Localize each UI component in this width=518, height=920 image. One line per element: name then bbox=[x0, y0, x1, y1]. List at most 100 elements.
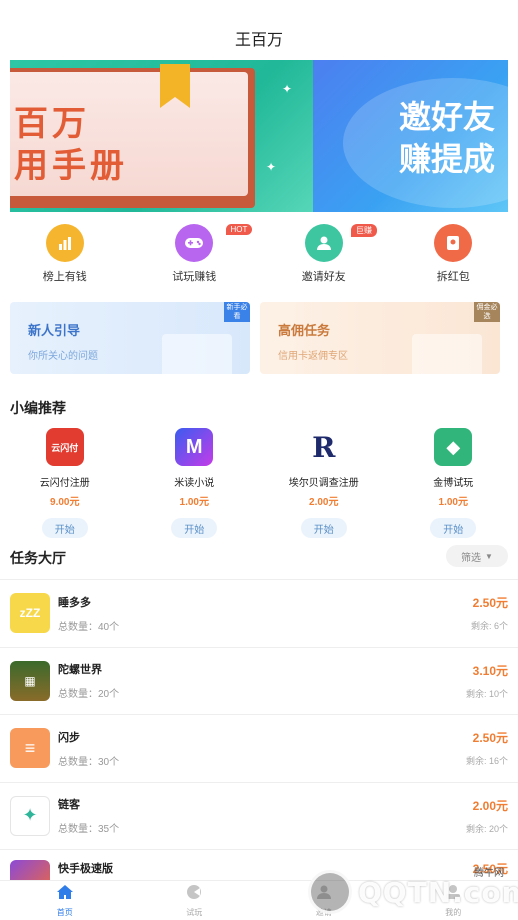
task-name: 链客 bbox=[58, 799, 80, 812]
task-info: 链客 总数量：35个 bbox=[58, 796, 466, 835]
hot-badge: HOT bbox=[225, 224, 253, 235]
sparkle-icon: ✦ bbox=[282, 82, 293, 96]
shanbu-app-icon: ≡ bbox=[10, 728, 50, 769]
game-icon bbox=[185, 884, 203, 905]
task-count: 总数量：40个 bbox=[58, 621, 120, 633]
newbie-guide-card[interactable]: 新人引导 你所关心的问题 新手必看 bbox=[10, 302, 250, 374]
watermark-top-text: 腾牛网 bbox=[474, 868, 504, 879]
task-name: 陀螺世界 bbox=[58, 664, 102, 677]
task-row[interactable]: zZZ 睡多多 总数量：40个 2.50元 剩余: 6个 bbox=[0, 579, 518, 647]
start-button[interactable]: 开始 bbox=[171, 518, 218, 538]
recommend-item: R 埃尔贝调查注册 2.00元 开始 bbox=[259, 428, 389, 538]
quick-action-invite[interactable]: 邀请好友 巨赚 bbox=[259, 224, 389, 284]
task-row[interactable]: ✦ 链客 总数量：35个 2.00元 剩余: 20个 bbox=[0, 781, 518, 850]
watermark-text: QQTN.com bbox=[358, 876, 518, 909]
recommend-item-price: 1.00元 bbox=[179, 497, 209, 508]
caret-down-icon: ▼ bbox=[485, 551, 493, 561]
start-button[interactable]: 开始 bbox=[430, 518, 477, 538]
recommend-item: M 米读小说 1.00元 开始 bbox=[130, 428, 260, 538]
task-reward: 3.10元 剩余: 10个 bbox=[466, 662, 508, 700]
jinbo-app-icon[interactable]: ◆ bbox=[434, 428, 473, 466]
task-remaining: 剩余: 6个 bbox=[470, 621, 508, 632]
high-commission-card[interactable]: 高佣任务 信用卡返佣专区 佣金必选 bbox=[260, 302, 500, 374]
recommend-item: 云闪付 云闪付注册 9.00元 开始 bbox=[0, 428, 130, 538]
quick-action-trial[interactable]: 试玩赚钱 HOT bbox=[130, 224, 260, 284]
task-price: 2.50元 bbox=[472, 596, 508, 611]
task-reward: 2.50元 剩余: 6个 bbox=[471, 594, 508, 632]
watermark: QQTN.com 腾牛网 bbox=[308, 868, 518, 914]
task-price: 2.00元 bbox=[472, 798, 508, 813]
book-icon bbox=[162, 334, 232, 374]
card-tag: 新手必看 bbox=[224, 302, 250, 322]
banner-slide-invite[interactable]: 邀好友 赚提成 bbox=[313, 60, 508, 212]
task-remaining: 剩余: 20个 bbox=[465, 823, 508, 834]
recommend-item-name: 云闪付注册 bbox=[39, 478, 90, 489]
task-info: 睡多多 总数量：40个 bbox=[58, 594, 471, 633]
promo-banner[interactable]: ✦ ✦ 百万 用手册 邀好友 赚提成 bbox=[10, 60, 508, 212]
quick-action-redpacket[interactable]: 拆红包 bbox=[389, 224, 518, 284]
task-hall-title: 任务大厅 bbox=[10, 550, 66, 566]
gyro-world-app-icon: ▦ bbox=[10, 660, 50, 701]
sparkle-icon: ✦ bbox=[266, 160, 277, 174]
home-icon bbox=[56, 884, 74, 905]
recommend-item-price: 9.00元 bbox=[50, 497, 80, 508]
banner-slide-manual[interactable]: ✦ ✦ 百万 用手册 bbox=[10, 60, 313, 212]
recommend-item: ◆ 金博试玩 1.00元 开始 bbox=[389, 428, 518, 538]
tab-trial[interactable]: 试玩 bbox=[130, 881, 260, 920]
task-remaining: 剩余: 10个 bbox=[465, 688, 508, 699]
task-price: 3.10元 bbox=[472, 663, 508, 678]
bonus-badge: 巨赚 bbox=[351, 224, 377, 237]
app-header: 王百万 bbox=[0, 0, 518, 60]
hummingbird-app-icon: ✦ bbox=[10, 795, 50, 836]
gamepad-icon bbox=[175, 224, 214, 262]
recommend-list: 云闪付 云闪付注册 9.00元 开始 M 米读小说 1.00元 开始 R 埃尔贝… bbox=[0, 428, 518, 538]
task-count: 总数量：35个 bbox=[58, 824, 120, 836]
page-title: 王百万 bbox=[234, 32, 283, 49]
recommend-item-name: 米读小说 bbox=[174, 478, 215, 489]
recommend-item-price: 2.00元 bbox=[309, 497, 339, 508]
user-icon bbox=[304, 224, 343, 262]
task-price: 2.50元 bbox=[472, 731, 508, 746]
banner-right-line1: 邀好友 bbox=[399, 98, 496, 136]
task-row[interactable]: ▦ 陀螺世界 总数量：20个 3.10元 剩余: 10个 bbox=[0, 646, 518, 715]
banner-right-line2: 赚提成 bbox=[399, 140, 496, 178]
redpacket-icon bbox=[434, 224, 473, 262]
task-count: 总数量：30个 bbox=[58, 756, 120, 768]
task-remaining: 剩余: 16个 bbox=[465, 756, 508, 767]
tab-label: 试玩 bbox=[186, 907, 203, 917]
recommend-item-name: 埃尔贝调查注册 bbox=[288, 478, 359, 489]
quick-actions: 榜上有钱 试玩赚钱 HOT 邀请好友 巨赚 拆红包 bbox=[0, 224, 518, 284]
filter-label: 筛选 bbox=[461, 552, 482, 564]
task-name: 闪步 bbox=[58, 731, 80, 744]
start-button[interactable]: 开始 bbox=[41, 518, 88, 538]
filter-button[interactable]: 筛选 ▼ bbox=[446, 545, 508, 567]
task-reward: 2.50元 剩余: 16个 bbox=[466, 729, 508, 767]
task-info: 闪步 总数量：30个 bbox=[58, 729, 466, 768]
task-info: 陀螺世界 总数量：20个 bbox=[58, 661, 466, 700]
quick-action-label: 邀请好友 bbox=[301, 271, 346, 283]
feature-cards: 新人引导 你所关心的问题 新手必看 高佣任务 信用卡返佣专区 佣金必选 bbox=[10, 302, 500, 374]
quick-action-label: 试玩赚钱 bbox=[172, 271, 217, 283]
recommend-item-price: 1.00元 bbox=[438, 497, 468, 508]
quick-action-label: 榜上有钱 bbox=[42, 271, 87, 283]
tab-home[interactable]: 首页 bbox=[0, 881, 130, 920]
task-reward: 2.00元 剩余: 20个 bbox=[466, 797, 508, 835]
recommend-item-name: 金博试玩 bbox=[433, 478, 474, 489]
quick-action-ranking[interactable]: 榜上有钱 bbox=[0, 224, 130, 284]
quick-action-label: 拆红包 bbox=[436, 271, 470, 283]
credit-card-icon bbox=[412, 334, 482, 374]
task-name: 睡多多 bbox=[58, 596, 91, 609]
midu-app-icon[interactable]: M bbox=[175, 428, 214, 466]
sleep-app-icon: zZZ bbox=[10, 593, 50, 634]
tab-label: 首页 bbox=[56, 907, 73, 917]
task-count: 总数量：20个 bbox=[58, 689, 120, 701]
banner-left-line2: 用手册 bbox=[14, 146, 128, 186]
start-button[interactable]: 开始 bbox=[300, 518, 347, 538]
recommend-section-title: 小编推荐 bbox=[10, 400, 66, 416]
unionpay-app-icon[interactable]: 云闪付 bbox=[45, 428, 84, 466]
task-row[interactable]: ≡ 闪步 总数量：30个 2.50元 剩余: 16个 bbox=[0, 714, 518, 782]
card-tag: 佣金必选 bbox=[474, 302, 500, 322]
aierbei-app-icon[interactable]: R bbox=[304, 428, 343, 466]
chart-icon bbox=[45, 224, 84, 262]
task-list: zZZ 睡多多 总数量：40个 2.50元 剩余: 6个 ▦ 陀螺世界 总数量：… bbox=[0, 579, 518, 917]
